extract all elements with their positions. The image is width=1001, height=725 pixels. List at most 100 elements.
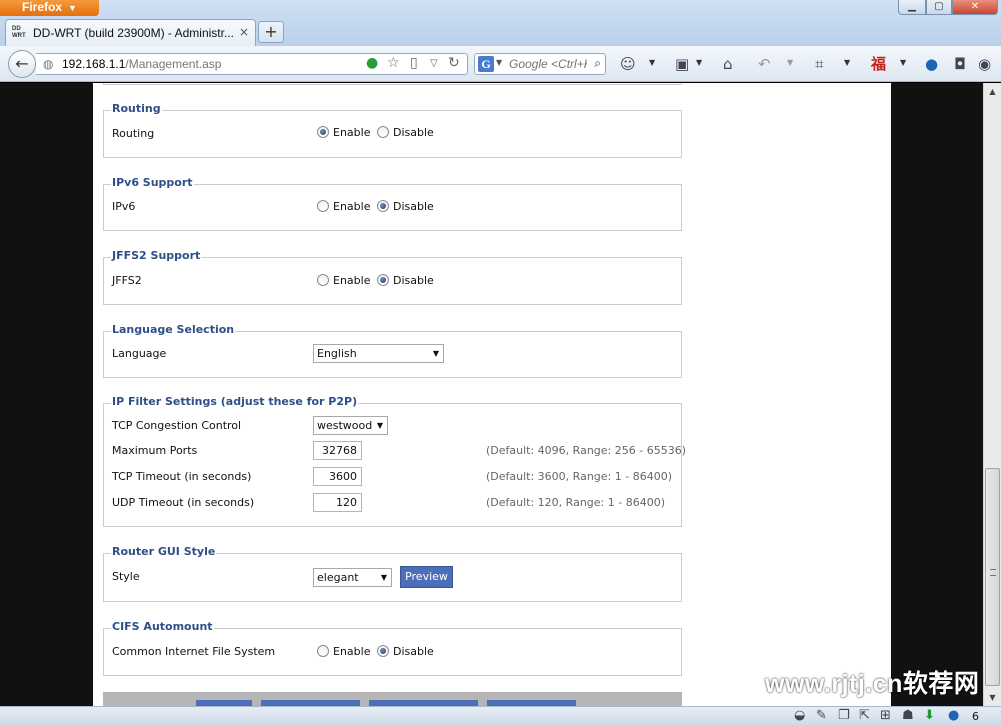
google-icon[interactable]: G xyxy=(478,56,494,72)
tab-title: DD-WRT (build 23900M) - Administr... xyxy=(33,26,234,40)
language-select[interactable]: English ▼ xyxy=(313,344,444,363)
new-tab-button[interactable]: + xyxy=(258,21,284,43)
bookmarks-icon[interactable]: ▣ xyxy=(675,56,689,72)
firefox-menu-button[interactable]: Firefox ▼ xyxy=(0,0,99,16)
brush-icon[interactable]: ✎ xyxy=(816,709,827,723)
scroll-up-icon[interactable]: ▲ xyxy=(984,83,1001,100)
cifs-disable-radio[interactable] xyxy=(377,645,389,657)
max-ports-label: Maximum Ports xyxy=(112,444,198,457)
screenshot-dropdown-icon[interactable]: ▼ xyxy=(844,58,850,67)
routing-disable-option[interactable]: Disable xyxy=(377,126,434,139)
history-dropdown-icon[interactable]: ▽ xyxy=(430,58,438,69)
style-label: Style xyxy=(112,570,140,583)
maximize-button[interactable]: ▢ xyxy=(926,0,952,15)
scrollbar-thumb[interactable] xyxy=(985,468,1000,686)
windows-icon[interactable]: ❐ xyxy=(838,709,850,723)
routing-disable-radio[interactable] xyxy=(377,126,389,138)
max-ports-hint: (Default: 4096, Range: 256 - 65536) xyxy=(486,444,686,457)
url-text[interactable]: 192.168.1.1/Management.asp xyxy=(62,57,221,71)
addon-dropdown-icon[interactable]: ▼ xyxy=(649,58,655,67)
chevron-down-icon: ▼ xyxy=(376,421,383,430)
tcp-timeout-input[interactable] xyxy=(313,467,362,486)
url-bar[interactable]: ◍ 192.168.1.1/Management.asp ● ☆ ▯ ▽ ↻ xyxy=(36,53,468,75)
tcp-timeout-hint: (Default: 3600, Range: 1 - 86400) xyxy=(486,470,672,483)
max-ports-input[interactable] xyxy=(313,441,362,460)
section-legend: CIFS Automount xyxy=(111,620,214,633)
cifs-enable-option[interactable]: Enable xyxy=(317,645,370,658)
title-bar: Firefox ▼ ▁ ▢ ✕ DD WRT DD-WRT (build 23900… xyxy=(0,0,1001,46)
watermark-text: www.rjtj.cn软荐网 xyxy=(765,670,980,698)
routing-enable-radio[interactable] xyxy=(317,126,329,138)
home-icon[interactable]: ⌂ xyxy=(723,56,733,72)
mask-icon[interactable]: ◒ xyxy=(794,709,805,723)
chevron-down-icon: ▼ xyxy=(432,349,439,358)
add-box-icon[interactable]: ⊞ xyxy=(880,709,891,723)
ipv6-label: IPv6 xyxy=(112,200,136,213)
search-icon[interactable]: ⌕ xyxy=(594,56,601,71)
tcp-timeout-label: TCP Timeout (in seconds) xyxy=(112,470,252,483)
routing-label: Routing xyxy=(112,127,155,140)
grip-icon xyxy=(990,569,996,576)
jffs2-disable-radio[interactable] xyxy=(377,274,389,286)
globe-icon: ◍ xyxy=(43,57,54,71)
style-select[interactable]: elegant ▼ xyxy=(313,568,392,587)
addon-smiley-icon[interactable]: ☺ xyxy=(620,56,636,72)
preview-button[interactable]: Preview xyxy=(400,566,453,588)
routing-enable-option[interactable]: Enable xyxy=(317,126,370,139)
scroll-down-icon[interactable]: ▼ xyxy=(984,689,1001,706)
bookmark-star-icon[interactable]: ☆ xyxy=(387,55,400,71)
user-icon[interactable]: ☗ xyxy=(902,709,914,723)
close-tab-icon[interactable]: × xyxy=(239,25,249,39)
extension-icon[interactable]: ◘ xyxy=(954,56,966,72)
routing-section: Routing Routing Enable Disable xyxy=(103,102,682,158)
jffs2-disable-option[interactable]: Disable xyxy=(377,274,434,287)
jffs2-enable-radio[interactable] xyxy=(317,274,329,286)
language-label: Language xyxy=(112,347,167,360)
cifs-label: Common Internet File System xyxy=(112,645,276,658)
ipv6-enable-radio[interactable] xyxy=(317,200,329,212)
section-legend: JFFS2 Support xyxy=(111,249,202,262)
navigation-toolbar: ← ◍ 192.168.1.1/Management.asp ● ☆ ▯ ▽ ↻… xyxy=(0,46,1001,82)
udp-timeout-input[interactable] xyxy=(313,493,362,512)
cifs-disable-option[interactable]: Disable xyxy=(377,645,434,658)
chat-bubble-icon[interactable]: ◉ xyxy=(978,56,991,72)
udp-timeout-hint: (Default: 120, Range: 1 - 86400) xyxy=(486,496,665,509)
page-viewport: Routing Routing Enable Disable IPv6 Supp… xyxy=(0,83,983,706)
back-button[interactable]: ← xyxy=(8,50,36,78)
jffs2-enable-option[interactable]: Enable xyxy=(317,274,370,287)
status-globe-icon[interactable]: ● xyxy=(948,709,959,723)
minimize-button[interactable]: ▁ xyxy=(898,0,926,15)
udp-timeout-label: UDP Timeout (in seconds) xyxy=(112,496,255,509)
mobile-icon[interactable]: ▯ xyxy=(410,55,418,71)
ipv6-disable-option[interactable]: Disable xyxy=(377,200,434,213)
section-legend: Language Selection xyxy=(111,323,236,336)
crop-screenshot-icon[interactable]: ⌗ xyxy=(815,56,823,72)
play-circle-icon[interactable]: ● xyxy=(925,56,938,72)
share-icon[interactable]: ⇱ xyxy=(859,709,870,723)
search-engine-dropdown-icon[interactable]: ▼ xyxy=(496,58,502,67)
undo-icon[interactable]: ↶ xyxy=(758,56,771,72)
section-legend: IP Filter Settings (adjust these for P2P… xyxy=(111,395,359,408)
bookmarks-dropdown-icon[interactable]: ▼ xyxy=(696,58,702,67)
vertical-scrollbar[interactable]: ▲ ▼ xyxy=(983,83,1001,706)
fu-dropdown-icon[interactable]: ▼ xyxy=(900,58,906,67)
ipv6-disable-radio[interactable] xyxy=(377,200,389,212)
undo-dropdown-icon[interactable]: ▼ xyxy=(787,58,793,67)
go-icon[interactable]: ● xyxy=(366,55,378,71)
search-input[interactable] xyxy=(509,56,587,72)
tab-ddwrt[interactable]: DD WRT DD-WRT (build 23900M) - Administr.… xyxy=(5,19,256,46)
fu-addon-icon[interactable]: 福 xyxy=(871,56,886,72)
language-section: Language Selection Language English ▼ xyxy=(103,323,682,378)
search-box[interactable]: G ▼ ⌕ xyxy=(474,53,606,75)
cifs-section: CIFS Automount Common Internet File Syst… xyxy=(103,620,682,676)
cifs-enable-radio[interactable] xyxy=(317,645,329,657)
reload-icon[interactable]: ↻ xyxy=(448,55,460,71)
ipv6-section: IPv6 Support IPv6 Enable Disable xyxy=(103,176,682,231)
close-window-button[interactable]: ✕ xyxy=(952,0,998,15)
download-arrow-icon[interactable]: ⬇ xyxy=(924,709,935,723)
section-legend: Router GUI Style xyxy=(111,545,217,558)
section-legend: IPv6 Support xyxy=(111,176,194,189)
ipv6-enable-option[interactable]: Enable xyxy=(317,200,370,213)
tcp-congestion-select[interactable]: westwood ▼ xyxy=(313,416,388,435)
gui-style-section: Router GUI Style Style elegant ▼ Preview xyxy=(103,545,682,602)
